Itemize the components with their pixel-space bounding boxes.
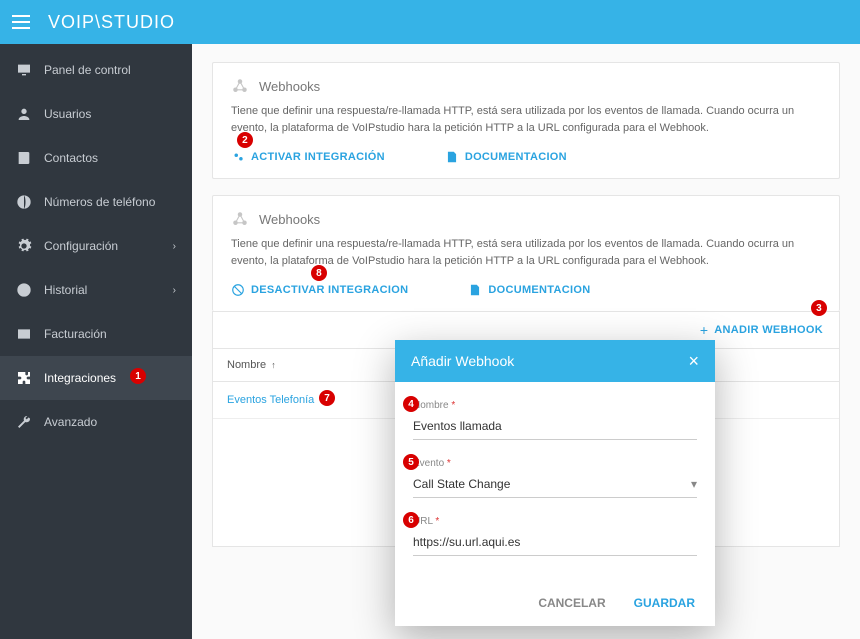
- block-icon: [231, 283, 245, 297]
- globe-icon: [16, 194, 32, 210]
- sidebar-item-label: Avanzado: [44, 415, 97, 429]
- card-description: Tiene que definir una respuesta/re-llama…: [231, 103, 821, 136]
- annotation-1: 1: [130, 368, 146, 384]
- annotation-7: 7: [319, 390, 335, 406]
- field-event: 5 Evento * Call State Change ▾: [413, 458, 697, 498]
- add-webhook-label: ANADIR WEBHOOK: [714, 324, 823, 336]
- monitor-icon: [16, 62, 32, 78]
- sidebar-item-settings[interactable]: Configuración ›: [0, 224, 192, 268]
- activate-label: ACTIVAR INTEGRACIÓN: [251, 151, 385, 163]
- puzzle-icon: [16, 370, 32, 386]
- url-input[interactable]: [413, 531, 697, 556]
- history-icon: [16, 282, 32, 298]
- card-title: Webhooks: [259, 212, 320, 227]
- sidebar-item-history[interactable]: Historial ›: [0, 268, 192, 312]
- sidebar-item-label: Configuración: [44, 239, 118, 253]
- webhook-icon: [231, 210, 249, 228]
- sidebar: Panel de control Usuarios Contactos Núme…: [0, 44, 192, 639]
- sidebar-item-label: Historial: [44, 283, 87, 297]
- dialog-title: Añadir Webhook: [411, 353, 514, 369]
- documentation-label: DOCUMENTACION: [488, 284, 590, 296]
- deactivate-label: DESACTIVAR INTEGRACION: [251, 284, 408, 296]
- close-icon[interactable]: ×: [688, 352, 699, 370]
- field-url: 6 URL *: [413, 516, 697, 556]
- plus-icon: +: [700, 322, 708, 338]
- documentation-button[interactable]: DOCUMENTACION: [445, 150, 567, 164]
- annotation-4: 4: [403, 396, 419, 412]
- webhooks-active-card: Webhooks Tiene que definir una respuesta…: [212, 195, 840, 311]
- top-bar: VOIP\STUDIO: [0, 0, 860, 44]
- annotation-6: 6: [403, 512, 419, 528]
- gear-icon: [16, 238, 32, 254]
- name-input[interactable]: [413, 415, 697, 440]
- document-icon: [468, 283, 482, 297]
- field-name: 4 Nombre *: [413, 400, 697, 440]
- sidebar-item-phone-numbers[interactable]: Números de teléfono: [0, 180, 192, 224]
- sort-asc-icon: ↑: [271, 360, 276, 370]
- event-select[interactable]: Call State Change ▾: [413, 473, 697, 498]
- sidebar-item-advanced[interactable]: Avanzado: [0, 400, 192, 444]
- sidebar-item-users[interactable]: Usuarios: [0, 92, 192, 136]
- required-mark: *: [451, 400, 455, 411]
- billing-icon: [16, 326, 32, 342]
- dialog-header: Añadir Webhook ×: [395, 340, 715, 382]
- activate-integration-button[interactable]: ACTIVAR INTEGRACIÓN 2: [231, 150, 385, 164]
- save-button[interactable]: GUARDAR: [634, 596, 695, 610]
- add-webhook-dialog: Añadir Webhook × 4 Nombre * 5 Evento * C…: [395, 340, 715, 626]
- sidebar-item-integrations[interactable]: Integraciones 1: [0, 356, 192, 400]
- sidebar-item-contacts[interactable]: Contactos: [0, 136, 192, 180]
- documentation-button[interactable]: DOCUMENTACION: [468, 283, 590, 297]
- sidebar-item-label: Integraciones: [44, 371, 116, 385]
- deactivate-integration-button[interactable]: DESACTIVAR INTEGRACION 8: [231, 283, 408, 297]
- chevron-right-icon: ›: [173, 241, 176, 252]
- annotation-8: 8: [311, 265, 327, 281]
- document-icon: [445, 150, 459, 164]
- required-mark: *: [447, 458, 451, 469]
- contact-icon: [16, 150, 32, 166]
- brand-a: VOIP: [48, 12, 95, 32]
- sidebar-item-label: Facturación: [44, 327, 107, 341]
- column-name[interactable]: Nombre ↑: [213, 349, 383, 381]
- cancel-button[interactable]: CANCELAR: [538, 596, 605, 610]
- chevron-right-icon: ›: [173, 285, 176, 296]
- gears-icon: [231, 150, 245, 164]
- sidebar-item-label: Contactos: [44, 151, 98, 165]
- hamburger-icon[interactable]: [12, 15, 30, 29]
- card-title: Webhooks: [259, 79, 320, 94]
- webhook-icon: [231, 77, 249, 95]
- cell-name: Eventos Telefonía 7: [213, 382, 383, 418]
- webhooks-inactive-card: Webhooks Tiene que definir una respuesta…: [212, 62, 840, 179]
- event-selected-value: Call State Change: [413, 477, 510, 491]
- annotation-2: 2: [237, 132, 253, 148]
- sidebar-item-billing[interactable]: Facturación: [0, 312, 192, 356]
- annotation-3: 3: [811, 300, 827, 316]
- users-icon: [16, 106, 32, 122]
- wrench-icon: [16, 414, 32, 430]
- sidebar-item-dashboard[interactable]: Panel de control: [0, 48, 192, 92]
- documentation-label: DOCUMENTACION: [465, 151, 567, 163]
- annotation-5: 5: [403, 454, 419, 470]
- chevron-down-icon: ▾: [691, 477, 697, 491]
- required-mark: *: [435, 516, 439, 527]
- brand-b: STUDIO: [101, 12, 175, 32]
- add-webhook-button[interactable]: + ANADIR WEBHOOK 3: [700, 322, 823, 338]
- sidebar-item-label: Números de teléfono: [44, 195, 155, 209]
- sidebar-item-label: Panel de control: [44, 63, 131, 77]
- sidebar-item-label: Usuarios: [44, 107, 91, 121]
- brand-logo: VOIP\STUDIO: [48, 12, 175, 33]
